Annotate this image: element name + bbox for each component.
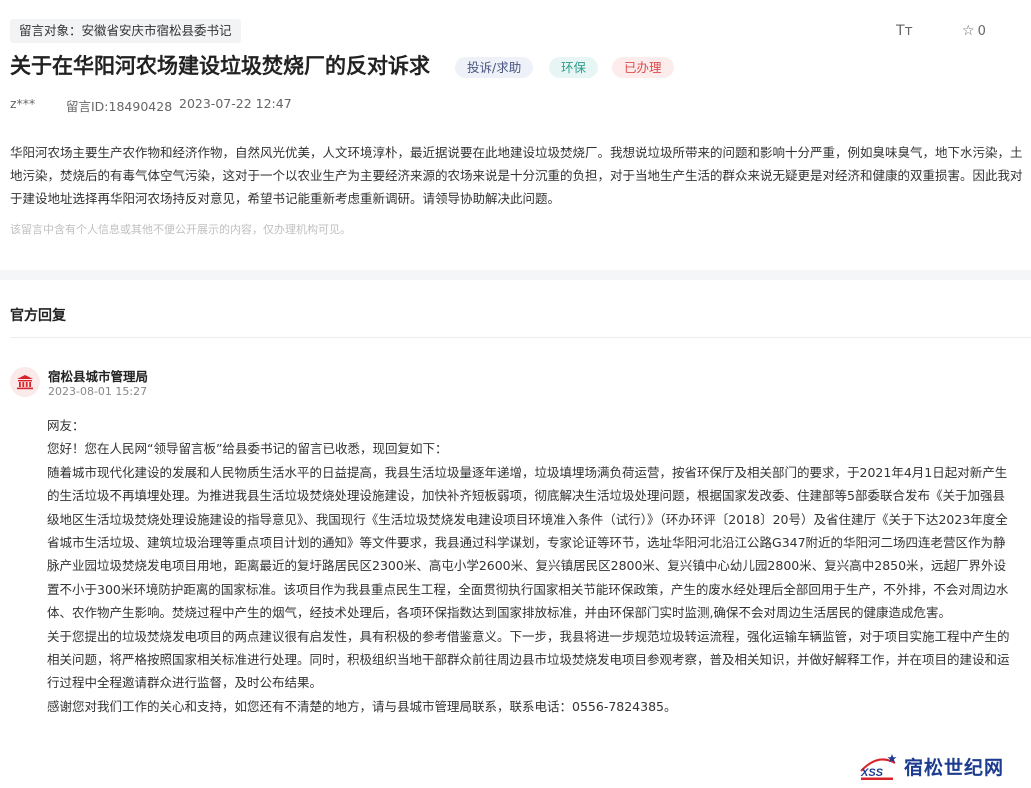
org-avatar [10,367,40,397]
site-name: 宿松世纪网 [904,756,1005,779]
message-id: 留言ID:18490428 [66,99,173,114]
message-body: 华阳河农场主要生产农作物和经济作物，自然风光优美，人文环境淳朴，最近据说要在此地… [10,145,1023,206]
government-building-icon [17,375,33,390]
reply-paragraph: 感谢您对我们工作的关心和支持，如您还有不清楚的地方，请与县城市管理局联系，联系电… [47,698,677,714]
site-watermark: XSS 宿松世纪网 [858,750,1028,782]
message-title: 关于在华阳河农场建设垃圾焚烧厂的反对诉求 [10,54,430,78]
reply-divider [10,337,1031,338]
reply-org-name: 宿松县城市管理局 [48,369,149,384]
reply-paragraph: 随着城市现代化建设的发展和人民物质生活水平的日益提高，我县生活垃圾量逐年递增，垃… [47,464,1009,621]
reply-paragraph: 网友： [47,418,85,433]
tag-field[interactable]: 环保 [549,57,599,78]
reply-date: 2023-08-01 15:27 [48,385,148,398]
reply-paragraph: 关于您提出的垃圾焚烧发电项目的两点建议很有启发性，具有积极的参考借鉴意义。下一步… [47,628,1010,691]
author-name: z*** [10,96,36,111]
reply-body: 网友： 您好！您在人民网“领导留言板”给县委书记的留言已收悉，现回复如下： 随着… [47,414,1013,718]
favorite-count: 0 [977,24,986,39]
reply-paragraph: 您好！您在人民网“领导留言板”给县委书记的留言已收悉，现回复如下： [47,441,448,457]
message-target-label: 留言对象：安徽省安庆市宿松县委书记 [10,19,241,43]
tag-type[interactable]: 投诉/求助 [455,57,534,78]
favorite-button[interactable]: ☆ 0 [962,23,986,39]
section-separator [0,270,1031,280]
privacy-note: 该留言中含有个人信息或其他不便公开展示的内容，仅办理机构可见。 [10,223,351,236]
star-icon: ☆ [962,23,975,39]
reply-section-heading: 官方回复 [10,308,66,324]
font-size-icon: Tт [896,23,913,39]
font-size-button[interactable]: Tт [896,23,913,39]
message-date: 2023-07-22 12:47 [179,96,292,111]
svg-text:XSS: XSS [860,767,884,779]
status-badge: 已办理 [612,57,674,78]
site-logo: XSS [860,754,897,780]
